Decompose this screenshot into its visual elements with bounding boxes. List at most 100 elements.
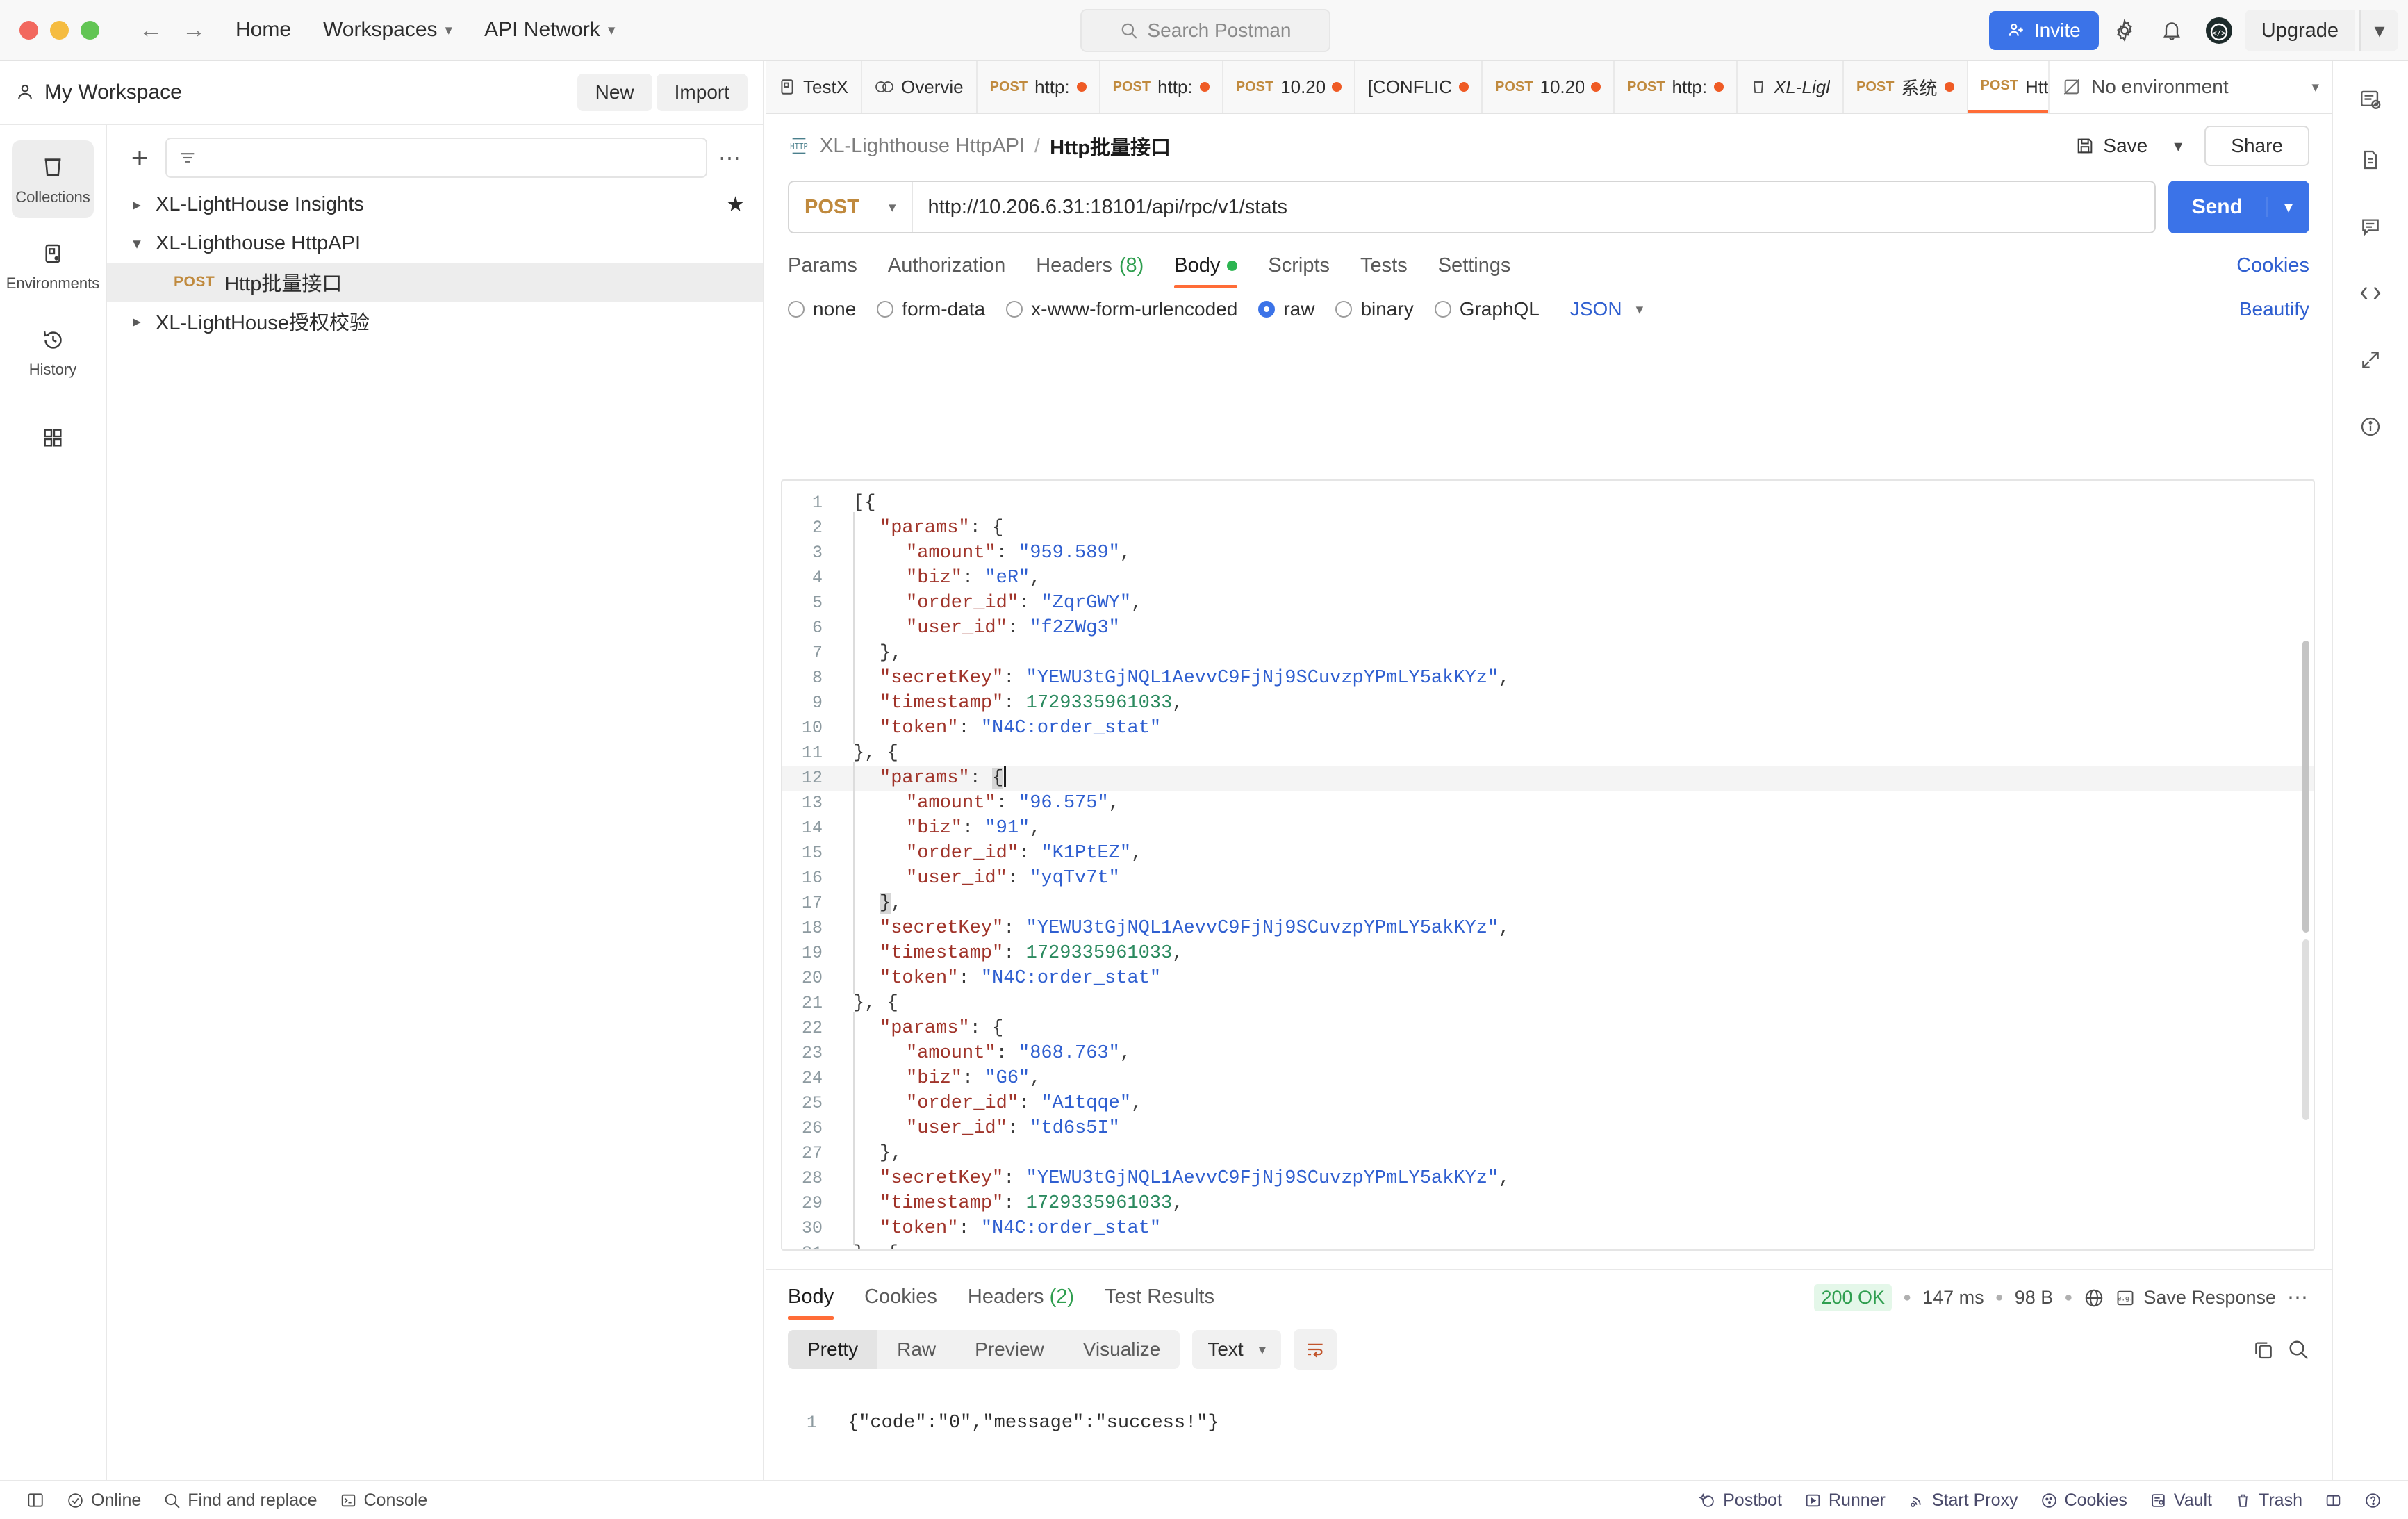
save-response-button[interactable]: e.g. Save Response: [2116, 1287, 2276, 1308]
radio-none[interactable]: none: [788, 298, 856, 320]
settings-gear-button[interactable]: [2103, 9, 2146, 52]
home-menu-item[interactable]: Home: [222, 11, 305, 49]
code-line[interactable]: 16 "user_id": "yqTv7t": [782, 862, 2314, 894]
code-line[interactable]: 30 "token": "N4C:order_stat": [782, 1213, 2314, 1245]
search-response-icon[interactable]: [2287, 1338, 2309, 1361]
tab-1020-2[interactable]: POST 10.20: [1483, 61, 1615, 113]
import-button[interactable]: Import: [656, 74, 748, 111]
tab-body[interactable]: Body: [1159, 247, 1253, 293]
collection-row-httpapi[interactable]: ▾ XL-Lighthouse HttpAPI: [107, 224, 763, 263]
sidebar-item-history[interactable]: History: [12, 313, 94, 391]
response-tab-test-results[interactable]: Test Results: [1089, 1280, 1230, 1322]
beautify-button[interactable]: Beautify: [2239, 298, 2309, 320]
format-preview-button[interactable]: Preview: [955, 1330, 1064, 1369]
code-line[interactable]: 26 "user_id": "td6s5I": [782, 1112, 2314, 1144]
sidebar-toggle-button[interactable]: [15, 1491, 56, 1509]
code-line[interactable]: 10 "token": "N4C:order_stat": [782, 712, 2314, 744]
url-input[interactable]: http://10.206.6.31:18101/api/rpc/v1/stat…: [911, 182, 2154, 232]
chevron-down-icon[interactable]: ▾: [128, 234, 146, 253]
response-more-options-button[interactable]: ⋯: [2287, 1286, 2309, 1310]
minimize-window-button[interactable]: [50, 20, 69, 40]
cookies-link[interactable]: Cookies: [2236, 254, 2309, 286]
chevron-right-icon[interactable]: ▸: [128, 312, 146, 331]
network-globe-icon[interactable]: [2084, 1288, 2104, 1308]
sidebar-item-environments[interactable]: Environments: [6, 227, 99, 304]
find-and-replace-button[interactable]: Find and replace: [152, 1491, 328, 1511]
tab-http-3[interactable]: POST http:: [1615, 61, 1738, 113]
request-body-editor[interactable]: 1[{2 "params": {3 "amount": "959.589", 4 "bi…: [781, 479, 2315, 1251]
raw-format-selector[interactable]: JSON ▾: [1570, 298, 1643, 320]
info-icon[interactable]: [2343, 393, 2398, 460]
chevron-down-icon[interactable]: ▾: [2311, 79, 2319, 96]
api-network-menu-item[interactable]: API Network ▾: [470, 11, 629, 49]
code-line[interactable]: 21}, {: [782, 991, 2314, 1016]
code-line[interactable]: 7},: [782, 637, 2314, 669]
search-input[interactable]: Search Postman: [1080, 9, 1330, 52]
documentation-icon[interactable]: [2343, 126, 2398, 193]
tab-params[interactable]: Params: [788, 247, 873, 293]
code-line[interactable]: 6 "user_id": "f2ZWg3": [782, 612, 2314, 644]
code-line[interactable]: 31}, {: [782, 1241, 2314, 1249]
online-status[interactable]: Online: [56, 1491, 152, 1511]
code-line[interactable]: 20 "token": "N4C:order_stat": [782, 962, 2314, 994]
workspaces-menu-item[interactable]: Workspaces ▾: [309, 11, 466, 49]
code-line[interactable]: 29 "timestamp": 1729335961033,: [782, 1188, 2314, 1220]
tab-http-1[interactable]: POST http:: [977, 61, 1100, 113]
chevron-right-icon[interactable]: ▸: [128, 195, 146, 214]
code-line[interactable]: 27},: [782, 1138, 2314, 1169]
code-line[interactable]: 23 "amount": "868.763",: [782, 1037, 2314, 1069]
code-line[interactable]: 4 "biz": "eR",: [782, 562, 2314, 594]
code-line[interactable]: 18 "secretKey": "YEWU3tGjNQL1AevvC9FjNj9S…: [782, 912, 2314, 944]
layout-toggle-button[interactable]: [2314, 1492, 2353, 1509]
code-line[interactable]: 28 "secretKey": "YEWU3tGjNQL1AevvC9FjNj9S…: [782, 1163, 2314, 1194]
related-links-icon[interactable]: [2343, 327, 2398, 393]
save-chevron-down-icon[interactable]: ▾: [2163, 129, 2193, 164]
code-line[interactable]: 17},: [782, 887, 2314, 919]
code-line[interactable]: 11}, {: [782, 741, 2314, 766]
user-avatar[interactable]: </>: [2197, 9, 2241, 52]
send-chevron-down-icon[interactable]: ▾: [2266, 197, 2309, 217]
add-collection-button[interactable]: +: [125, 143, 154, 172]
code-line[interactable]: 22 "params": {: [782, 1012, 2314, 1044]
back-arrow-icon[interactable]: ←: [133, 12, 169, 48]
tab-scripts[interactable]: Scripts: [1253, 247, 1345, 293]
tab-headers[interactable]: Headers (8): [1021, 247, 1159, 293]
tab-tests[interactable]: Tests: [1345, 247, 1423, 293]
code-line[interactable]: 3 "amount": "959.589",: [782, 537, 2314, 569]
wrap-lines-button[interactable]: [1294, 1329, 1337, 1370]
tab-overview[interactable]: Overvie: [862, 61, 978, 113]
tab-system[interactable]: POST 系统: [1844, 61, 1968, 113]
code-line[interactable]: 2 "params": {: [782, 512, 2314, 544]
trash-button[interactable]: Trash: [2223, 1491, 2314, 1511]
tab-conflict[interactable]: [CONFLIC: [1355, 61, 1483, 113]
runner-button[interactable]: Runner: [1793, 1491, 1897, 1511]
comments-icon[interactable]: [2343, 193, 2398, 260]
format-visualize-button[interactable]: Visualize: [1064, 1330, 1180, 1369]
radio-form-data[interactable]: form-data: [877, 298, 985, 320]
share-button[interactable]: Share: [2204, 126, 2309, 166]
forward-arrow-icon[interactable]: →: [176, 12, 212, 48]
collection-row-insights[interactable]: ▸ XL-LightHouse Insights ★: [107, 185, 763, 224]
preview-pane-button[interactable]: [2359, 74, 2382, 126]
collections-filter-input[interactable]: [165, 138, 707, 178]
start-proxy-button[interactable]: Start Proxy: [1897, 1491, 2029, 1511]
format-pretty-button[interactable]: Pretty: [788, 1330, 878, 1369]
editor-scrollbar-thumb[interactable]: [2302, 641, 2309, 933]
send-button[interactable]: Send ▾: [2168, 181, 2309, 233]
code-line[interactable]: 24 "biz": "G6",: [782, 1062, 2314, 1094]
tab-1020-1[interactable]: POST 10.20: [1223, 61, 1355, 113]
workspace-selector[interactable]: My Workspace: [15, 81, 182, 104]
console-button[interactable]: Console: [329, 1491, 439, 1511]
save-button[interactable]: Save: [2063, 127, 2160, 165]
tab-testx[interactable]: TestX: [766, 61, 863, 113]
breadcrumb-collection[interactable]: XL-Lighthouse HttpAPI: [820, 135, 1025, 158]
invite-button[interactable]: Invite: [1988, 11, 2099, 50]
code-line[interactable]: 8 "secretKey": "YEWU3tGjNQL1AevvC9FjNj9SC…: [782, 662, 2314, 694]
tab-xl-lighthouse-collection[interactable]: XL-Ligl: [1738, 61, 1845, 113]
code-line[interactable]: 19 "timestamp": 1729335961033,: [782, 937, 2314, 969]
code-line[interactable]: 5 "order_id": "ZqrGWY",: [782, 587, 2314, 619]
upgrade-button[interactable]: Upgrade: [2244, 10, 2355, 51]
sidebar-item-collections[interactable]: Collections: [12, 140, 94, 218]
help-button[interactable]: [2353, 1492, 2393, 1509]
code-line[interactable]: 13 "amount": "96.575",: [782, 787, 2314, 819]
